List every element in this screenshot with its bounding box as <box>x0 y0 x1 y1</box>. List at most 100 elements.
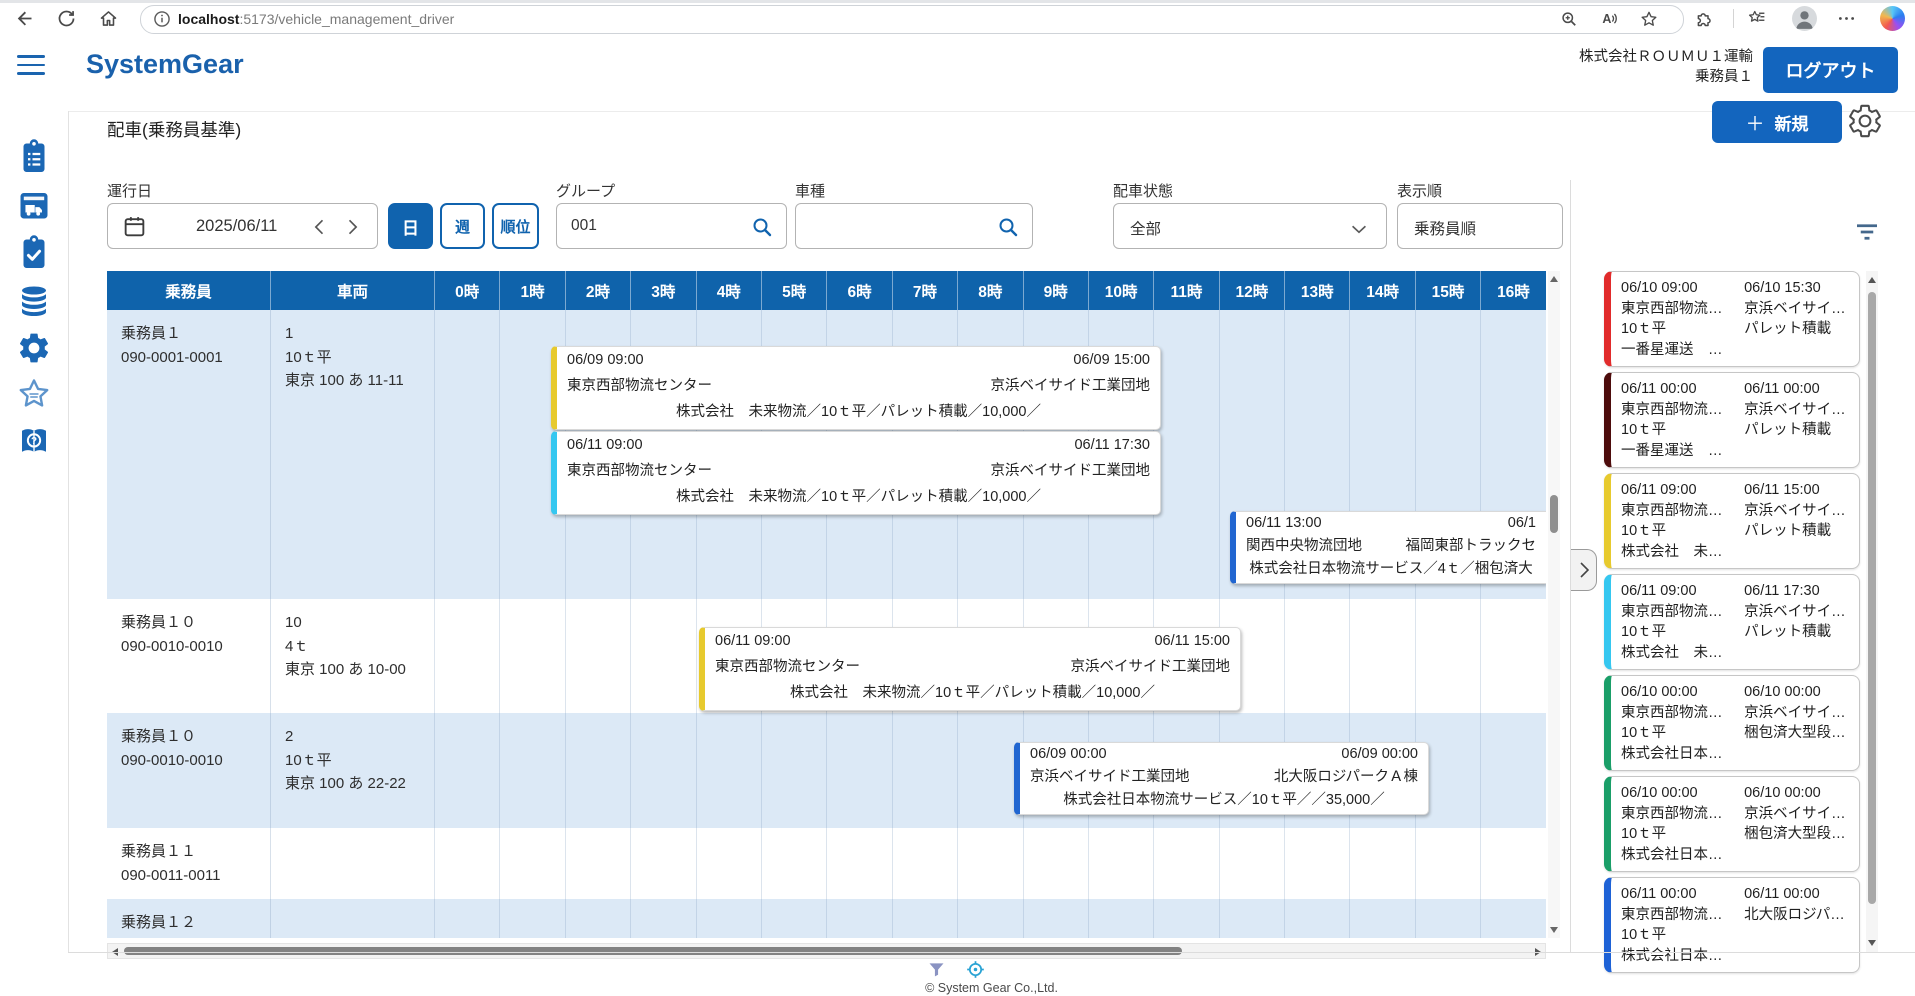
schedule-slot[interactable] <box>630 899 695 938</box>
schedule-slot[interactable] <box>957 713 1022 828</box>
schedule-slot[interactable] <box>630 599 695 713</box>
schedule-slot[interactable] <box>1023 899 1088 938</box>
table-vertical-scrollbar[interactable] <box>1548 271 1560 938</box>
schedule-slot[interactable] <box>761 828 826 899</box>
schedule-slot[interactable] <box>1415 828 1480 899</box>
schedule-slot[interactable] <box>565 899 630 938</box>
schedule-slot[interactable] <box>957 828 1022 899</box>
database-icon[interactable] <box>16 283 52 319</box>
unassigned-card[interactable]: 06/10 00:0006/10 00:00東京西部物流…京浜ベイサイ…10ｔ平… <box>1604 675 1860 771</box>
vehicle-type-search-icon[interactable] <box>996 215 1020 239</box>
schedule-slot[interactable] <box>696 713 761 828</box>
logout-button[interactable]: ログアウト <box>1763 47 1898 93</box>
schedule-slot[interactable] <box>826 899 891 938</box>
browser-refresh-icon[interactable] <box>56 8 77 29</box>
dispatch-calendar-truck-icon[interactable] <box>16 187 52 223</box>
schedule-slot[interactable] <box>1284 828 1349 899</box>
unassigned-card[interactable]: 06/10 00:0006/10 00:00東京西部物流…京浜ベイサイ…10ｔ平… <box>1604 776 1860 872</box>
vehicle-cell[interactable] <box>270 899 434 938</box>
schedule-slot[interactable] <box>1023 828 1088 899</box>
schedule-slot[interactable] <box>761 899 826 938</box>
schedule-card[interactable]: 06/09 00:0006/09 00:00京浜ベイサイド工業団地北大阪ロジパー… <box>1014 742 1429 815</box>
star-feature-icon[interactable] <box>16 376 52 412</box>
browser-profile-avatar[interactable] <box>1792 6 1817 31</box>
clipboard-list-icon[interactable] <box>16 139 52 175</box>
extensions-icon[interactable] <box>1694 8 1715 29</box>
settings-gear-icon[interactable] <box>16 330 52 366</box>
schedule-slot[interactable] <box>1153 899 1218 938</box>
group-search-icon[interactable] <box>750 215 774 239</box>
locate-target-icon[interactable] <box>965 959 986 980</box>
browser-home-icon[interactable] <box>98 8 119 29</box>
schedule-slot[interactable] <box>434 828 499 899</box>
date-value[interactable]: 2025/06/11 <box>196 217 277 236</box>
zoom-page-icon[interactable] <box>1559 9 1579 29</box>
schedule-slot[interactable] <box>1349 899 1414 938</box>
driver-cell[interactable]: 乗務員１０090-0010-0010 <box>107 599 270 713</box>
browser-back-icon[interactable] <box>14 8 35 29</box>
url-text[interactable]: localhost:5173/vehicle_management_driver <box>178 11 454 27</box>
schedule-slot[interactable] <box>1349 828 1414 899</box>
schedule-slot[interactable] <box>1349 599 1414 713</box>
driver-cell[interactable]: 乗務員１090-0001-0001 <box>107 310 270 599</box>
panel-scroll-down-arrow[interactable] <box>1868 940 1876 946</box>
hamburger-menu-icon[interactable] <box>17 55 45 76</box>
status-select[interactable]: 全部 <box>1113 203 1387 249</box>
address-bar[interactable]: localhost:5173/vehicle_management_driver… <box>140 5 1684 34</box>
vehicle-type-field[interactable] <box>795 203 1033 249</box>
calendar-icon[interactable] <box>122 214 147 239</box>
help-manual-icon[interactable]: ? <box>16 423 52 459</box>
unassigned-card[interactable]: 06/11 09:0006/11 17:30東京西部物流…京浜ベイサイ…10ｔ平… <box>1604 574 1860 670</box>
schedule-slot[interactable] <box>892 828 957 899</box>
schedule-slot[interactable] <box>1415 899 1480 938</box>
date-field[interactable]: 2025/06/11 <box>107 203 378 249</box>
schedule-slot[interactable] <box>1219 899 1284 938</box>
unassigned-card[interactable]: 06/11 00:0006/11 00:00東京西部物流…京浜ベイサイ…10ｔ平… <box>1604 372 1860 468</box>
schedule-slot[interactable] <box>1480 599 1545 713</box>
collections-icon[interactable] <box>1746 8 1767 29</box>
vehicle-cell[interactable]: 104ｔ東京 100 あ 10-00 <box>270 599 434 713</box>
unassigned-card[interactable]: 06/11 09:0006/11 15:00東京西部物流…京浜ベイサイ…10ｔ平… <box>1604 473 1860 569</box>
view-week-button[interactable]: 週 <box>440 203 485 249</box>
driver-cell[interactable]: 乗務員１２ <box>107 899 270 938</box>
driver-cell[interactable]: 乗務員１１090-0011-0011 <box>107 828 270 899</box>
read-aloud-icon[interactable]: A <box>1599 9 1619 29</box>
unassigned-card[interactable]: 06/11 00:0006/11 00:00東京西部物流…北大阪ロジパ…10ｔ平… <box>1604 877 1860 973</box>
schedule-slot[interactable] <box>957 899 1022 938</box>
schedule-slot[interactable] <box>565 828 630 899</box>
schedule-slot[interactable] <box>892 713 957 828</box>
schedule-card[interactable]: 06/11 09:0006/11 15:00東京西部物流センター京浜ベイサイド工… <box>699 627 1241 711</box>
site-info-icon[interactable] <box>152 9 172 29</box>
schedule-slot[interactable] <box>1088 828 1153 899</box>
schedule-slot[interactable] <box>1480 828 1545 899</box>
schedule-card[interactable]: 06/09 09:0006/09 15:00東京西部物流センター京浜ベイサイド工… <box>551 346 1161 430</box>
chevron-down-icon[interactable] <box>1348 218 1370 240</box>
schedule-slot[interactable] <box>434 713 499 828</box>
schedule-slot[interactable] <box>630 828 695 899</box>
schedule-slot[interactable] <box>1153 310 1218 599</box>
panel-scroll-up-arrow[interactable] <box>1868 277 1876 283</box>
vertical-scroll-thumb[interactable] <box>1550 495 1558 533</box>
schedule-slot[interactable] <box>499 899 564 938</box>
schedule-slot[interactable] <box>434 599 499 713</box>
filter-funnel-icon[interactable] <box>926 959 947 980</box>
schedule-slot[interactable] <box>434 310 499 599</box>
schedule-slot[interactable] <box>1219 828 1284 899</box>
group-value[interactable]: 001 <box>571 217 597 235</box>
new-button[interactable]: ＋ 新規 <box>1712 101 1842 143</box>
schedule-slot[interactable] <box>1088 899 1153 938</box>
scroll-up-arrow[interactable] <box>1550 276 1558 282</box>
unassigned-card[interactable]: 06/10 09:0006/10 15:30東京西部物流…京浜ベイサイ…10ｔ平… <box>1604 271 1860 367</box>
schedule-slot[interactable] <box>499 713 564 828</box>
order-field[interactable]: 乗務員順 <box>1397 203 1563 249</box>
schedule-slot[interactable] <box>630 713 695 828</box>
next-day-icon[interactable] <box>342 217 362 237</box>
clipboard-check-icon[interactable] <box>16 235 52 271</box>
schedule-slot[interactable] <box>499 599 564 713</box>
schedule-slot[interactable] <box>696 828 761 899</box>
prev-day-icon[interactable] <box>310 217 330 237</box>
panel-scroll-thumb[interactable] <box>1868 292 1876 904</box>
vehicle-cell[interactable]: 210ｔ平東京 100 あ 22-22 <box>270 713 434 828</box>
driver-cell[interactable]: 乗務員１０090-0010-0010 <box>107 713 270 828</box>
schedule-slot[interactable] <box>826 828 891 899</box>
